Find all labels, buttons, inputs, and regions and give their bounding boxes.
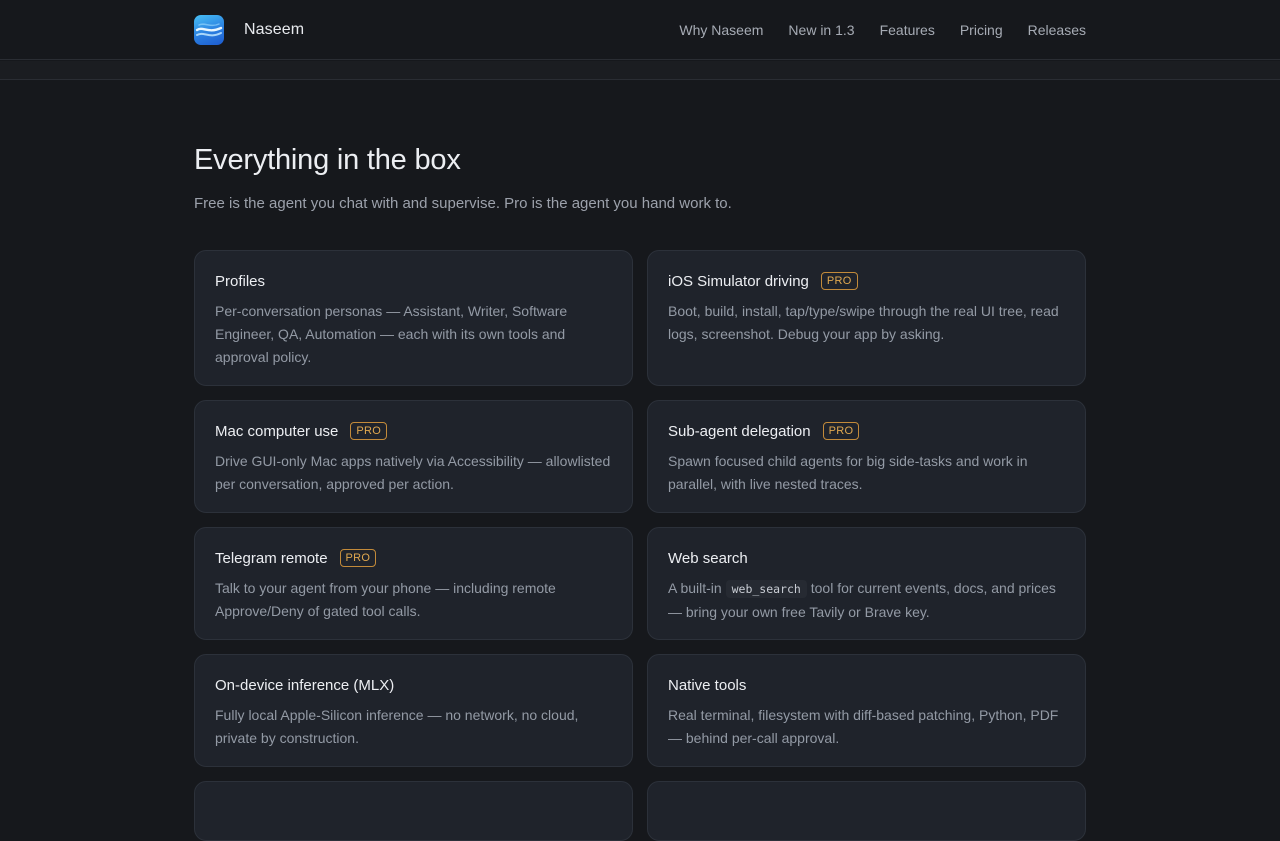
pro-badge: PRO: [822, 422, 860, 440]
feature-description: Talk to your agent from your phone — inc…: [215, 580, 556, 619]
feature-card-telegram-remote: Telegram remote PRO Talk to your agent f…: [194, 527, 633, 640]
feature-card-mac-computer-use: Mac computer use PRO Drive GUI-only Mac …: [194, 400, 633, 513]
feature-card-partial: [194, 781, 633, 841]
feature-title: Telegram remote: [215, 549, 328, 567]
feature-title: Native tools: [668, 676, 747, 694]
nav-link-features[interactable]: Features: [880, 22, 935, 38]
brand-home-link[interactable]: Naseem: [194, 15, 304, 45]
feature-title: Web search: [668, 549, 748, 567]
nav-link-pricing[interactable]: Pricing: [960, 22, 1003, 38]
feature-description: Per-conversation personas — Assistant, W…: [215, 303, 568, 365]
feature-card-native-tools: Native tools Real terminal, filesystem w…: [647, 654, 1086, 767]
pro-badge: PRO: [820, 272, 858, 290]
nav-link-new-in-1-3[interactable]: New in 1.3: [788, 22, 854, 38]
feature-description: A built-in web_search tool for current e…: [668, 577, 1065, 624]
section-title: Everything in the box: [194, 144, 461, 176]
feature-description: Real terminal, filesystem with diff-base…: [668, 707, 1059, 746]
nav-sub-bar: [0, 61, 1280, 80]
feature-description: Spawn focused child agents for big side-…: [668, 453, 1028, 492]
feature-description: Boot, build, install, tap/type/swipe thr…: [668, 303, 1059, 342]
feature-card-on-device-inference: On-device inference (MLX) Fully local Ap…: [194, 654, 633, 767]
feature-card-ios-simulator: iOS Simulator driving PRO Boot, build, i…: [647, 250, 1086, 386]
nav-link-why-naseem[interactable]: Why Naseem: [679, 22, 763, 38]
feature-title: On-device inference (MLX): [215, 676, 395, 694]
feature-description: Fully local Apple-Silicon inference — no…: [215, 707, 579, 746]
nav-link-releases[interactable]: Releases: [1028, 22, 1086, 38]
feature-card-profiles: Profiles Per-conversation personas — Ass…: [194, 250, 633, 386]
feature-title: Sub-agent delegation: [668, 422, 811, 440]
pro-badge: PRO: [339, 549, 377, 567]
naseem-logo-icon: [194, 15, 224, 45]
nav-links: Why Naseem New in 1.3 Features Pricing R…: [679, 22, 1086, 38]
inline-code: web_search: [725, 580, 807, 598]
pro-badge: PRO: [350, 422, 388, 440]
section-subtitle: Free is the agent you chat with and supe…: [194, 195, 732, 212]
description-text: A built-in: [668, 580, 726, 596]
feature-card-partial: [647, 781, 1086, 841]
brand-name: Naseem: [244, 21, 305, 38]
feature-card-web-search: Web search A built-in web_search tool fo…: [647, 527, 1086, 640]
feature-description: Drive GUI-only Mac apps natively via Acc…: [215, 453, 611, 492]
nav-inner: Naseem Why Naseem New in 1.3 Features Pr…: [194, 0, 1086, 60]
feature-title: iOS Simulator driving: [668, 272, 809, 290]
feature-card-sub-agent-delegation: Sub-agent delegation PRO Spawn focused c…: [647, 400, 1086, 513]
top-nav: Naseem Why Naseem New in 1.3 Features Pr…: [0, 0, 1280, 60]
feature-title: Mac computer use: [215, 422, 339, 440]
feature-title: Profiles: [215, 272, 266, 290]
